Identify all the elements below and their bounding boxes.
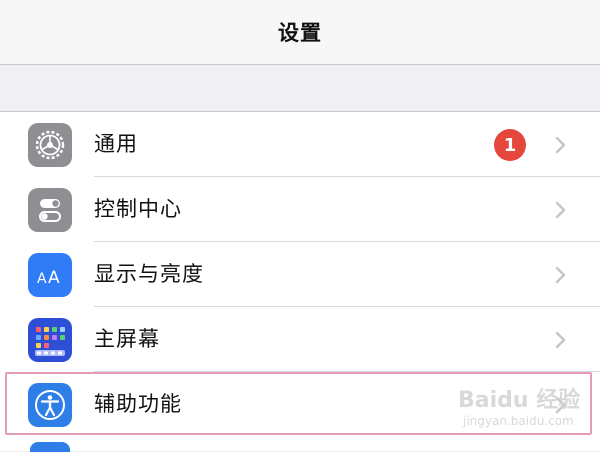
settings-row-label: 显示与亮度 [94,262,204,286]
chevron-right-icon [555,331,566,349]
navigation-bar: 设置 [0,0,600,65]
gear-icon [28,123,72,167]
notification-badge: 1 [494,129,526,161]
text-size-icon: A A [28,253,72,297]
settings-row-label: 辅助功能 [94,392,182,416]
settings-row-display-brightness[interactable]: A A 显示与亮度 [0,242,600,307]
section-gap [0,65,600,111]
next-row-icon-peek [30,442,70,452]
toggle-switches-icon [28,188,72,232]
settings-row-label: 主屏幕 [94,327,160,351]
svg-text:A: A [37,271,47,287]
settings-row-home-screen[interactable]: 主屏幕 [0,307,600,372]
settings-row-control-center[interactable]: 控制中心 [0,177,600,242]
accessibility-person-icon [28,383,72,427]
home-screen-grid-icon [28,318,72,362]
settings-row-accessibility[interactable]: 辅助功能 [0,372,600,437]
svg-text:A: A [48,268,60,288]
chevron-right-icon [555,396,566,414]
settings-row-general[interactable]: 通用 1 [0,112,600,177]
settings-list: 通用 1 控制中心 A A 显示与亮度 主屏幕 辅助功能 [0,111,600,451]
chevron-right-icon [555,136,566,154]
chevron-right-icon [555,201,566,219]
settings-row-label: 通用 [94,132,138,156]
settings-row-label: 控制中心 [94,197,182,221]
page-title: 设置 [278,21,322,45]
chevron-right-icon [555,266,566,284]
